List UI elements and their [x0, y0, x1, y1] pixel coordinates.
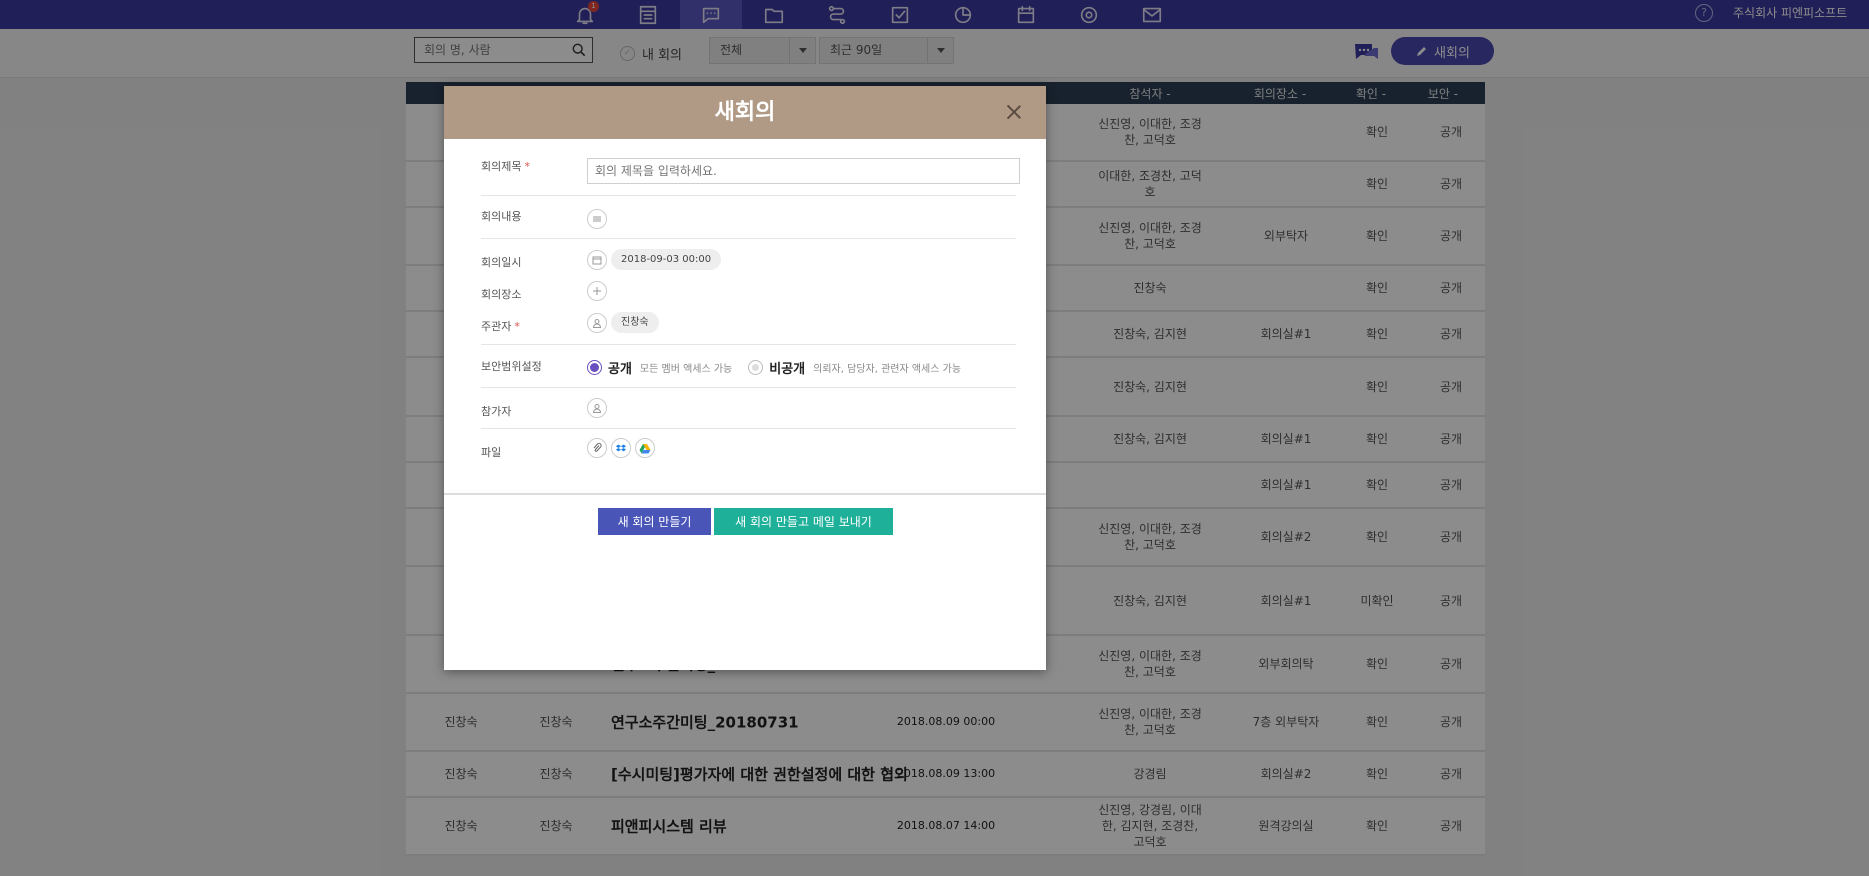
attach-file-button[interactable] [587, 438, 607, 458]
private-label[interactable]: 비공개 [769, 358, 805, 377]
file-row: 파일 [481, 429, 1016, 473]
calendar-button[interactable] [587, 249, 607, 270]
public-label[interactable]: 공개 [608, 358, 632, 377]
datetime-label: 회의일시 [481, 256, 522, 269]
calendar-icon [592, 256, 602, 264]
security-label: 보안범위설정 [481, 360, 542, 373]
close-icon[interactable] [1004, 102, 1024, 122]
host-picker-button[interactable] [587, 312, 607, 333]
public-radio[interactable] [587, 360, 602, 375]
new-meeting-dialog: 새회의 회의제목* 회의내용 회의일시 2018-09-03 00:00 회의장… [444, 86, 1046, 670]
schedule-row: 회의일시 2018-09-03 00:00 회의장소 주관자 * 진창숙 [481, 239, 1016, 345]
meeting-title-input[interactable] [587, 158, 1020, 184]
datetime-chip[interactable]: 2018-09-03 00:00 [611, 249, 722, 270]
file-label: 파일 [481, 446, 502, 459]
security-row: 보안범위설정 공개 모든 멤버 액세스 가능 비공개 의뢰자, 담당자, 관련자… [481, 345, 1016, 388]
host-label: 주관자 * [481, 320, 520, 333]
content-editor-button[interactable] [587, 209, 607, 229]
participants-label: 참가자 [481, 405, 512, 418]
participants-row: 참가자 [481, 388, 1016, 429]
create-and-mail-button[interactable]: 새 회의 만들고 메일 보내기 [714, 508, 893, 535]
place-label: 회의장소 [481, 288, 522, 301]
add-place-button[interactable] [587, 281, 607, 301]
dialog-divider [444, 493, 1046, 495]
dialog-header: 새회의 [444, 86, 1046, 139]
title-row: 회의제목 * [481, 139, 1020, 196]
menu-lines-icon [593, 216, 601, 222]
paperclip-icon [593, 442, 602, 452]
title-label: 회의제목 * [481, 160, 530, 173]
google-drive-button[interactable] [635, 438, 655, 458]
private-radio[interactable] [748, 360, 764, 375]
dropbox-button[interactable] [611, 438, 631, 458]
person-icon [592, 318, 602, 328]
plus-icon [593, 287, 601, 295]
content-label: 회의내용 [481, 210, 522, 223]
participant-picker-button[interactable] [587, 398, 607, 418]
dialog-title: 새회의 [714, 100, 776, 125]
dropbox-icon [615, 444, 627, 452]
google-drive-icon [639, 444, 651, 454]
public-description: 모든 멤버 액세스 가능 [639, 364, 733, 375]
create-meeting-button[interactable]: 새 회의 만들기 [598, 508, 711, 535]
private-description: 의뢰자, 담당자, 관련자 액세스 가능 [813, 364, 962, 375]
person-icon [592, 404, 602, 413]
host-chip[interactable]: 진창숙 [611, 312, 659, 333]
content-row: 회의내용 [481, 196, 1016, 239]
